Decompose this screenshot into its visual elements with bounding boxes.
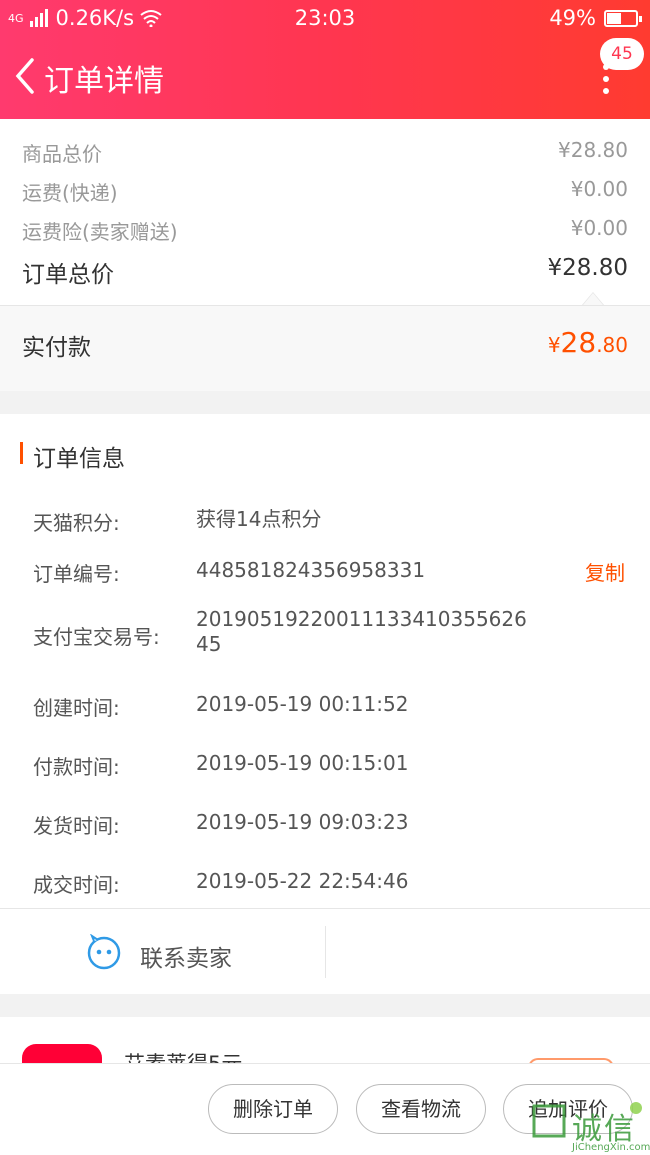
- shipping-insurance-value: ¥0.00: [570, 216, 628, 240]
- shipping-value: ¥0.00: [570, 177, 628, 201]
- info-label-created: 创建时间:: [33, 696, 120, 720]
- order-total-label: 订单总价: [22, 262, 114, 288]
- info-label-order-number: 订单编号:: [33, 562, 120, 586]
- watermark-url: JiChengXin.com: [572, 1142, 650, 1153]
- chevron-left-icon: [15, 58, 34, 94]
- battery-icon: [604, 9, 642, 27]
- shipping-label: 运费(快递): [22, 181, 118, 205]
- page-title: 订单详情: [44, 64, 164, 99]
- shipping-insurance-row: 运费险(卖家赠送) ¥0.00: [22, 216, 628, 245]
- more-dot-icon: [603, 76, 609, 82]
- order-total-value: ¥28.80: [547, 255, 628, 281]
- goods-total-row: 商品总价 ¥28.80: [22, 138, 628, 167]
- paid-pointer: [582, 292, 604, 305]
- info-label-completed: 成交时间:: [33, 873, 120, 897]
- status-right: 49%: [549, 6, 642, 30]
- paid-integer: 28: [560, 326, 597, 359]
- info-value-order-number: 448581824356958331: [196, 558, 426, 582]
- back-button[interactable]: [10, 56, 40, 96]
- status-bar: 4G 0.26K/s 23:03 49%: [0, 0, 650, 36]
- info-label-shipped: 发货时间:: [33, 814, 120, 838]
- battery-percent: 49%: [549, 6, 596, 30]
- goods-total-value: ¥28.80: [558, 138, 628, 162]
- chat-face-icon[interactable]: [86, 934, 122, 970]
- info-label-points: 天猫积分:: [33, 511, 120, 535]
- section-accent-bar: [20, 442, 23, 464]
- contact-vertical-divider: [325, 926, 326, 978]
- goods-total-label: 商品总价: [22, 142, 102, 166]
- info-value-points: 获得14点积分: [196, 507, 322, 531]
- info-value-paid: 2019-05-19 00:15:01: [196, 751, 409, 775]
- more-dot-icon: [603, 88, 609, 94]
- contact-divider: [0, 908, 650, 909]
- order-total-row: 订单总价 ¥28.80: [22, 255, 628, 289]
- info-label-alipay-number: 支付宝交易号:: [33, 625, 160, 649]
- info-value-completed: 2019-05-22 22:54:46: [196, 869, 409, 893]
- order-info-title: 订单信息: [33, 446, 125, 472]
- paid-amount: ¥28.80: [548, 326, 628, 359]
- message-count-badge[interactable]: 45: [600, 38, 644, 70]
- paid-decimal: .80: [596, 333, 628, 357]
- info-value-alipay-number: 2019051922001113341035562645: [196, 607, 527, 656]
- info-value-created: 2019-05-19 00:11:52: [196, 692, 409, 716]
- contact-seller-button[interactable]: 联系卖家: [140, 939, 232, 973]
- info-value-shipped: 2019-05-19 09:03:23: [196, 810, 409, 834]
- view-logistics-button[interactable]: 查看物流: [356, 1084, 486, 1134]
- paid-label: 实付款: [22, 335, 91, 361]
- shipping-row: 运费(快递) ¥0.00: [22, 177, 628, 206]
- delete-order-button[interactable]: 删除订单: [208, 1084, 338, 1134]
- paid-currency-symbol: ¥: [547, 333, 561, 357]
- shipping-insurance-label: 运费险(卖家赠送): [22, 220, 178, 244]
- copy-order-number-button[interactable]: 复制: [585, 557, 625, 586]
- info-label-paid: 付款时间:: [33, 755, 120, 779]
